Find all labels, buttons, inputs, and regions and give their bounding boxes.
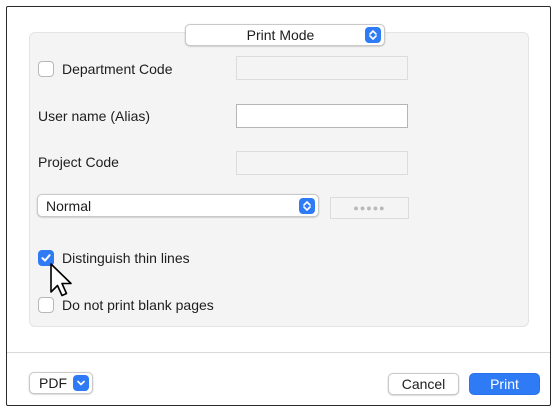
user-name-field[interactable]	[236, 104, 408, 128]
distinguish-thin-lines-label: Distinguish thin lines	[62, 250, 190, 266]
cancel-button[interactable]: Cancel	[388, 373, 459, 395]
print-mode-popup[interactable]: Print Mode	[185, 24, 385, 46]
department-code-row[interactable]: Department Code	[38, 61, 173, 77]
mouse-cursor-icon	[50, 263, 72, 297]
department-code-checkbox[interactable]	[38, 61, 54, 77]
footer-divider	[7, 352, 550, 353]
project-code-field	[236, 151, 408, 175]
pdf-menu-button[interactable]: PDF	[29, 372, 93, 394]
pdf-label: PDF	[39, 375, 67, 391]
print-button[interactable]: Print	[469, 373, 540, 395]
mode-select-popup[interactable]: Normal	[37, 194, 319, 217]
do-not-print-blank-label: Do not print blank pages	[62, 297, 214, 313]
chevron-updown-icon	[365, 27, 381, 43]
password-button: ●●●●●	[330, 197, 409, 219]
department-code-label: Department Code	[62, 61, 173, 77]
mode-select-label: Normal	[46, 197, 92, 214]
department-code-field	[236, 56, 408, 80]
print-mode-popup-label: Print Mode	[246, 27, 315, 43]
chevron-updown-icon	[299, 197, 315, 214]
project-code-label: Project Code	[38, 154, 119, 170]
user-name-label: User name (Alias)	[38, 108, 151, 124]
chevron-down-icon	[73, 375, 89, 391]
